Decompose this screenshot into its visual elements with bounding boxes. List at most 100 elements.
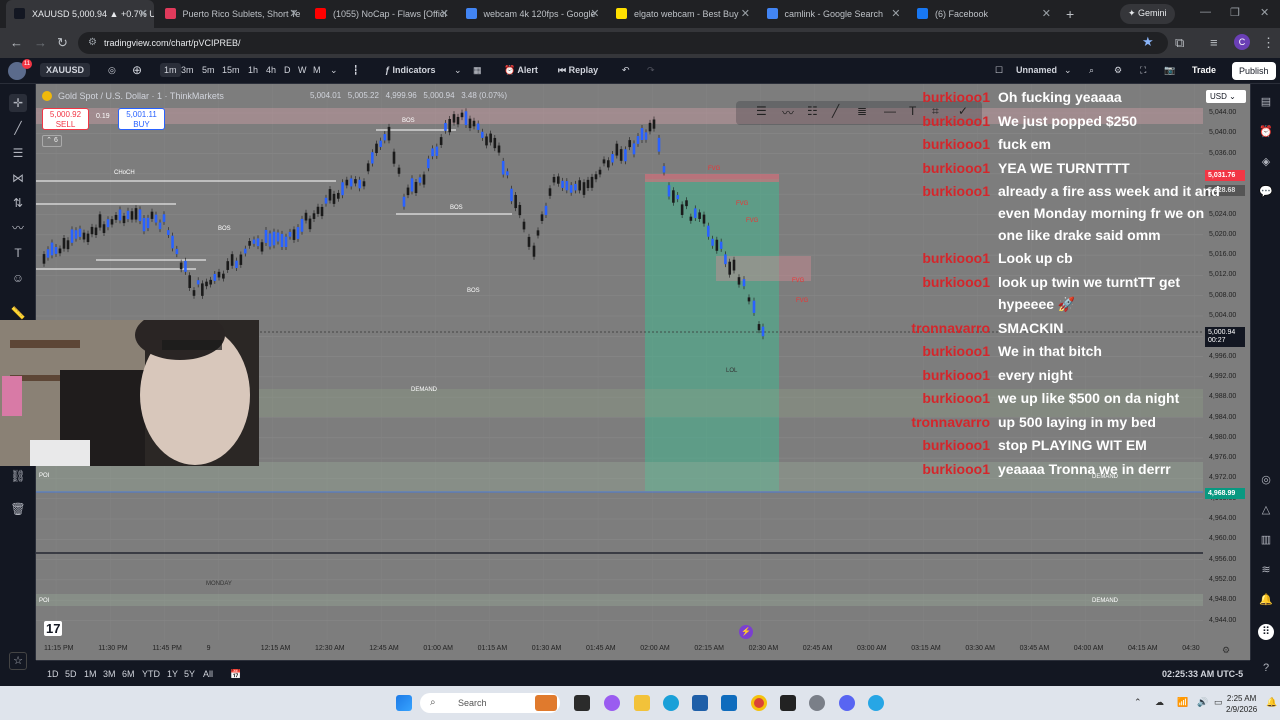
axis-settings-icon[interactable]: ⚙ bbox=[1222, 645, 1230, 656]
battery-icon[interactable]: ▭ bbox=[1214, 697, 1223, 708]
legend-collapse-button[interactable]: ⌃ 6 bbox=[42, 135, 62, 147]
line-tool-icon[interactable]: ╱ bbox=[832, 104, 839, 118]
interval-M[interactable]: M bbox=[313, 65, 321, 75]
indicators-dropdown-icon[interactable]: ⌄ bbox=[454, 65, 462, 76]
trade-button[interactable]: Trade bbox=[1186, 62, 1222, 80]
outlook-icon[interactable] bbox=[721, 695, 737, 711]
crosshair-icon[interactable]: ✛ bbox=[9, 94, 27, 112]
stream-icon[interactable]: ≋ bbox=[1258, 562, 1274, 578]
forward-icon[interactable]: → bbox=[34, 35, 47, 50]
tab-close-icon[interactable]: ✕ bbox=[1042, 7, 1051, 20]
fib-tool-icon[interactable]: ☷ bbox=[807, 104, 818, 118]
file-explorer-icon[interactable] bbox=[634, 695, 650, 711]
browser-tab[interactable]: elgato webcam - Best Buy ✕ bbox=[608, 4, 756, 24]
interval-5m[interactable]: 5m bbox=[202, 65, 215, 75]
tab-search-icon[interactable]: ⧉ bbox=[1175, 35, 1184, 51]
server-time[interactable]: 02:25:33 AM UTC-5 bbox=[1162, 669, 1243, 679]
interval-3m[interactable]: 3m bbox=[181, 65, 194, 75]
notifications-icon[interactable]: 🔔 bbox=[1258, 592, 1274, 608]
symbol-info-icon[interactable]: ◎ bbox=[108, 65, 116, 76]
tray-app-icon[interactable]: ☁ bbox=[1155, 697, 1164, 708]
trash-icon[interactable]: 🗑 bbox=[9, 500, 27, 518]
fullscreen-icon[interactable]: ⛶ bbox=[1140, 65, 1146, 76]
text-tool-icon[interactable]: T bbox=[9, 244, 27, 262]
telegram-icon[interactable] bbox=[868, 695, 884, 711]
browser-tab[interactable]: (1055) NoCap - Flaws [Offici ✕ bbox=[307, 4, 455, 24]
range-3M[interactable]: 3M bbox=[103, 669, 116, 679]
obs-icon[interactable] bbox=[780, 695, 796, 711]
widget-icon[interactable] bbox=[535, 695, 557, 711]
browser-tab[interactable]: (6) Facebook ✕ bbox=[909, 4, 1057, 24]
interval-4h[interactable]: 4h bbox=[266, 65, 276, 75]
time-axis[interactable]: 11:15 PM 11:30 PM 11:45 PM 9 12:15 AM 12:30 A… bbox=[36, 640, 1203, 660]
range-1Y[interactable]: 1Y bbox=[167, 669, 178, 679]
layers-icon[interactable]: ◈ bbox=[1258, 154, 1274, 170]
alerts-clock-icon[interactable]: ⏰ bbox=[1258, 124, 1274, 140]
channel-tool-icon[interactable]: ≣ bbox=[857, 104, 867, 118]
interval-1h[interactable]: 1h bbox=[248, 65, 258, 75]
wave-tool-icon[interactable]: 〰 bbox=[782, 104, 794, 121]
volume-icon[interactable]: 🔊 bbox=[1197, 697, 1208, 708]
browser-tab[interactable]: Puerto Rico Sublets, Short Te ✕ bbox=[157, 4, 305, 24]
close-window-icon[interactable]: ✕ bbox=[1260, 6, 1269, 19]
discord-icon[interactable] bbox=[839, 695, 855, 711]
minimize-icon[interactable]: — bbox=[1200, 6, 1211, 18]
back-icon[interactable]: ← bbox=[10, 35, 23, 50]
settings-app-icon[interactable] bbox=[809, 695, 825, 711]
compare-icon[interactable]: ⊕ bbox=[132, 63, 142, 77]
interval-D[interactable]: D bbox=[284, 65, 291, 75]
layout-name[interactable]: Unnamed bbox=[1016, 65, 1057, 75]
range-5Y[interactable]: 5Y bbox=[184, 669, 195, 679]
buy-button[interactable]: 5,001.11 BUY bbox=[118, 108, 165, 130]
range-5D[interactable]: 5D bbox=[65, 669, 77, 679]
pattern-icon[interactable]: ⋈ bbox=[9, 169, 27, 187]
maximize-icon[interactable]: ❐ bbox=[1230, 6, 1240, 19]
downloads-icon[interactable]: ≡ bbox=[1210, 35, 1218, 50]
redo-icon[interactable]: ↷ bbox=[647, 65, 655, 76]
taskbar-clock[interactable]: 2:25 AM 2/9/2026 bbox=[1226, 693, 1257, 715]
link-icon[interactable]: ⛓ bbox=[9, 467, 27, 485]
sell-button[interactable]: 5,000.92 SELL bbox=[42, 108, 89, 130]
watchlist-icon[interactable]: ▤ bbox=[1258, 94, 1274, 110]
symbol-search[interactable]: XAUUSD bbox=[40, 63, 91, 77]
notification-bell-icon[interactable]: 🔔 bbox=[1266, 697, 1277, 708]
replay-button[interactable]: ⏮ Replay bbox=[558, 65, 598, 76]
apps-grid-icon[interactable]: ⠿ bbox=[1258, 624, 1274, 640]
tab-close-icon[interactable]: ✕ bbox=[741, 7, 750, 20]
interval-1m[interactable]: 1m bbox=[160, 63, 181, 77]
chart-type-icon[interactable]: ┇ bbox=[353, 65, 358, 76]
drag-handle-icon[interactable]: ☰ bbox=[756, 104, 767, 118]
new-tab-button[interactable]: + bbox=[1066, 6, 1074, 22]
tab-close-icon[interactable]: ✕ bbox=[440, 7, 449, 20]
publish-button[interactable]: Publish bbox=[1232, 62, 1276, 80]
layout-checkbox-icon[interactable]: ☐ bbox=[995, 65, 1003, 76]
event-marker-icon[interactable]: ⚡ bbox=[739, 625, 753, 639]
gemini-button[interactable]: ✦ Gemini bbox=[1120, 4, 1175, 24]
range-6M[interactable]: 6M bbox=[122, 669, 135, 679]
layout-dropdown-icon[interactable]: ⌄ bbox=[1064, 65, 1072, 76]
site-info-icon[interactable]: ⚙ bbox=[88, 37, 97, 48]
chrome-icon[interactable] bbox=[751, 695, 767, 711]
snapshot-icon[interactable]: 📷 bbox=[1164, 65, 1175, 76]
copilot-icon[interactable] bbox=[604, 695, 620, 711]
browser-tab[interactable]: camlink - Google Search ✕ bbox=[759, 4, 907, 24]
emoji-icon[interactable]: ☺ bbox=[9, 269, 27, 287]
url-field[interactable]: ⚙ tradingview.com/chart/pVCIPREB/ bbox=[78, 32, 1168, 54]
target-icon[interactable]: ◎ bbox=[1258, 472, 1274, 488]
position-tool-icon[interactable]: ⇅ bbox=[9, 194, 27, 212]
browser-tab[interactable]: webcam 4k 120fps - Google ✕ bbox=[458, 4, 606, 24]
browser-tab[interactable]: XAUUSD 5,000.94 ▲ +0.7% U ✕ bbox=[6, 0, 154, 28]
goto-date-icon[interactable]: 📅 bbox=[230, 669, 241, 680]
indicators-button[interactable]: ƒ Indicators bbox=[385, 65, 436, 75]
range-1M[interactable]: 1M bbox=[84, 669, 97, 679]
ideas-icon[interactable]: △ bbox=[1258, 502, 1274, 518]
store-icon[interactable] bbox=[692, 695, 708, 711]
tab-close-icon[interactable]: ✕ bbox=[289, 7, 298, 20]
windows-start-icon[interactable] bbox=[396, 695, 412, 711]
edge-icon[interactable] bbox=[663, 695, 679, 711]
menu-icon[interactable]: ⋮ bbox=[1262, 35, 1275, 51]
brush-icon[interactable]: 〰 bbox=[9, 219, 27, 237]
tab-close-icon[interactable]: ✕ bbox=[891, 7, 900, 20]
interval-15m[interactable]: 15m bbox=[222, 65, 240, 75]
tab-close-icon[interactable]: ✕ bbox=[139, 7, 148, 20]
